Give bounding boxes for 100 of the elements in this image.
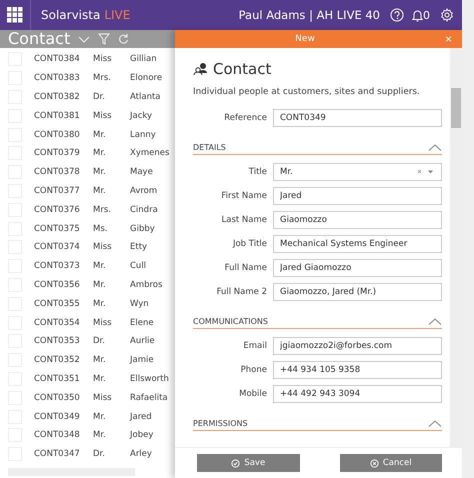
table-cell: Arley	[130, 449, 152, 460]
table-cell-text: CONT0383	[34, 73, 81, 84]
table-cell: Wyn	[130, 298, 149, 309]
table-cell-text: CONT0349	[34, 412, 81, 422]
table-cell-text: Mr.	[93, 298, 107, 309]
vertical-scrollbar[interactable]	[450, 48, 462, 447]
form-heading: Contact	[213, 60, 272, 78]
brand-name: Solarvista	[41, 8, 100, 22]
table-cell-text: CONT0356	[34, 280, 81, 290]
table-cell-text: Dr.	[93, 336, 106, 346]
input-field[interactable]: Giaomozzo	[273, 211, 442, 229]
table-cell-text: CONT0350	[34, 392, 81, 403]
table-cell-text: Miss	[93, 54, 113, 64]
table-cell: Etty	[130, 242, 148, 252]
table-cell-text: Mr.	[93, 280, 107, 290]
table-cell-text: CONT0376	[34, 204, 81, 215]
collapse-chevron-icon[interactable]	[428, 420, 442, 427]
table-cell-text: CONT0354	[34, 318, 81, 328]
table-cell-text: CONT0355	[34, 298, 81, 309]
settings-icon[interactable]	[440, 8, 454, 22]
field-label: Title	[248, 167, 267, 177]
table-cell-text: Mrs.	[93, 204, 112, 215]
table-cell: Rafaelita	[130, 392, 168, 403]
user-label[interactable]: Paul Adams | AH LIVE 40	[238, 8, 380, 22]
table-cell-text: Mr.	[93, 412, 107, 422]
table-cell-text: Miss	[93, 392, 113, 403]
bell-icon[interactable]	[412, 8, 423, 22]
table-cell: Jamie	[130, 355, 154, 366]
section-title: DETAILS	[193, 143, 227, 152]
table-cell-text: CONT0373	[34, 261, 81, 272]
field-label: Full Name 2	[216, 287, 267, 297]
table-cell-text: CONT0378	[34, 167, 81, 178]
table-cell-text: CONT0384	[34, 54, 81, 64]
table-cell-text: CONT0377	[34, 186, 81, 196]
table-cell: Elonore	[130, 73, 162, 84]
field-label: Full Name	[224, 263, 267, 273]
input-field[interactable]: CONT0349	[273, 109, 442, 127]
people-icon	[193, 62, 209, 76]
table-cell-text: CONT0347	[34, 449, 81, 460]
table-cell-text: CONT0352	[34, 355, 81, 366]
title-dropdown[interactable]: Mr.	[273, 163, 442, 181]
table-cell: Jobey	[130, 430, 154, 440]
field-label: Email	[242, 341, 267, 351]
table-cell: Cindra	[130, 204, 158, 215]
notification-count: 0	[423, 8, 430, 22]
table-cell-text: CONT0380	[34, 130, 81, 140]
table-cell: Aurlie	[130, 336, 155, 346]
table-cell-text: CONT0375	[34, 224, 81, 234]
page-scrollbar[interactable]	[462, 0, 474, 478]
cancel-button[interactable]: Cancel	[340, 454, 442, 472]
table-cell-text: CONT0379	[34, 148, 81, 158]
table-cell: Avrom	[130, 186, 158, 196]
help-icon[interactable]	[390, 8, 404, 22]
input-field[interactable]: +44 492 943 3094	[273, 385, 442, 403]
table-cell-text: Dr.	[93, 449, 106, 460]
brand-suffix: LIVE	[104, 8, 130, 22]
field-label: First Name	[220, 191, 267, 201]
list-title: Contact	[8, 30, 70, 48]
field-label: Phone	[240, 365, 267, 375]
field-label: Reference	[223, 113, 267, 123]
table-cell: Jared	[130, 412, 152, 422]
input-field[interactable]: jgiaomozzo2i@forbes.com	[273, 337, 442, 355]
collapse-chevron-icon[interactable]	[428, 144, 442, 151]
save-button[interactable]: Save	[197, 454, 300, 472]
table-cell: Gillian	[130, 54, 157, 64]
table-cell-text: CONT0348	[34, 430, 81, 440]
table-cell-text: Ms.	[93, 224, 108, 234]
refresh-icon[interactable]	[118, 33, 130, 45]
table-cell: Jacky	[130, 110, 152, 121]
form-description: Individual people at customers, sites and suppliers.	[193, 87, 421, 97]
table-cell-text: Dr.	[93, 92, 106, 102]
table-cell-text: Mr.	[93, 430, 107, 440]
input-field[interactable]: +44 934 105 9358	[273, 361, 442, 379]
field-label: Mobile	[238, 389, 267, 399]
collapse-chevron-icon[interactable]	[428, 318, 442, 325]
table-cell-text: CONT0381	[34, 110, 81, 121]
table-cell: Xymenes	[130, 148, 170, 158]
table-cell: Maye	[130, 167, 153, 178]
input-field[interactable]: Giaomozzo, Jared (Mr.)	[273, 283, 442, 301]
app-grid-icon[interactable]	[7, 7, 23, 23]
table-cell: Ambros	[130, 280, 162, 290]
chevron-down-icon[interactable]	[78, 36, 90, 42]
table-cell-text: Mr.	[93, 355, 107, 366]
clear-and-dropdown-icon[interactable]	[417, 169, 435, 175]
table-cell: Elene	[130, 318, 154, 328]
table-cell: Cull	[130, 261, 146, 272]
table-cell-text: Mr.	[93, 374, 107, 384]
section-title: COMMUNICATIONS	[193, 317, 269, 326]
cancel-circle-icon	[370, 458, 379, 468]
table-cell-text: Mr.	[93, 261, 107, 272]
panel-title: New	[294, 34, 316, 44]
check-circle-icon	[231, 458, 240, 468]
table-cell: Ellsworth	[130, 374, 169, 384]
field-label: Job Title	[232, 239, 267, 249]
table-cell-text: Mr.	[93, 148, 107, 158]
section-title: PERMISSIONS	[193, 419, 249, 428]
table-cell: Lanny	[130, 130, 156, 140]
table-cell-text: Mr.	[93, 130, 107, 140]
input-field[interactable]: Mechanical Systems Engineer	[273, 235, 442, 253]
filter-icon[interactable]	[98, 33, 110, 45]
